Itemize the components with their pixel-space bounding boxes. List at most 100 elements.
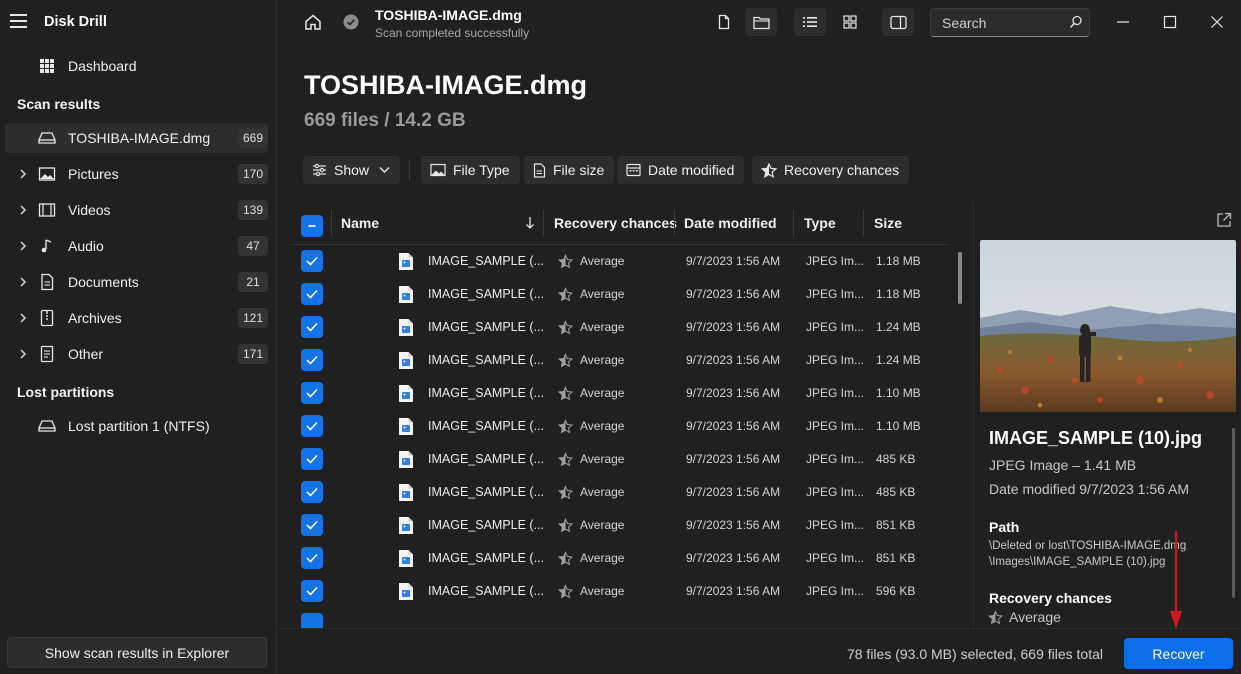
sidebar-item-documents[interactable]: Documents 21 <box>5 267 268 297</box>
file-size-filter-button[interactable]: File size <box>524 156 615 184</box>
scan-results-heading: Scan results <box>17 96 101 112</box>
chevron-right-icon[interactable] <box>16 275 30 289</box>
row-checkbox[interactable] <box>301 250 323 272</box>
grid-view-icon <box>843 15 857 29</box>
table-row[interactable]: IMAGE_SAMPLE (... Average 9/7/2023 1:56 AM… <box>290 410 950 443</box>
sidebar-item-toshiba-image[interactable]: TOSHIBA-IMAGE.dmg 669 <box>5 123 268 153</box>
checkmark-icon <box>306 487 318 497</box>
row-checkbox[interactable] <box>301 283 323 305</box>
page-title: TOSHIBA-IMAGE.dmg <box>304 70 587 100</box>
table-row[interactable]: IMAGE_SAMPLE (... Average 9/7/2023 1:56 AM… <box>290 509 950 542</box>
chevron-right-icon[interactable] <box>16 203 30 217</box>
folder-icon <box>752 16 770 29</box>
recovery-chance: Average <box>580 551 625 565</box>
file-size: 485 KB <box>876 452 916 466</box>
table-row[interactable]: IMAGE_SAMPLE (... Average 9/7/2023 1:56 AM… <box>290 311 950 344</box>
maximize-button[interactable] <box>1158 10 1182 34</box>
chevron-right-icon[interactable] <box>16 167 30 181</box>
column-header-date[interactable]: Date modified <box>684 202 777 244</box>
close-button[interactable] <box>1205 10 1229 34</box>
grid-view-button[interactable] <box>834 8 866 36</box>
home-button[interactable] <box>297 8 329 36</box>
column-header-size[interactable]: Size <box>874 202 902 244</box>
show-filter-button[interactable]: Show <box>303 156 401 184</box>
column-header-recovery[interactable]: Recovery chances <box>554 202 677 244</box>
preview-scrollbar[interactable] <box>1232 428 1235 598</box>
chevron-right-icon[interactable] <box>16 311 30 325</box>
preview-path: \Deleted or lost\TOSHIBA-IMAGE.dmg \Imag… <box>989 540 1187 568</box>
file-type-filter-button[interactable]: File Type <box>421 156 520 184</box>
date-modified: 9/7/2023 1:56 AM <box>686 551 781 565</box>
sidebar-item-videos[interactable]: Videos 139 <box>5 195 268 225</box>
table-row[interactable]: IMAGE_SAMPLE (... Average 9/7/2023 1:56 AM… <box>290 476 950 509</box>
column-header-type[interactable]: Type <box>804 202 836 244</box>
row-checkbox[interactable] <box>301 382 323 404</box>
list-view-button[interactable] <box>794 8 826 36</box>
sidebar-item-dashboard[interactable]: Dashboard <box>5 51 268 81</box>
file-view-button[interactable] <box>708 8 740 36</box>
preview-pane-button[interactable] <box>882 8 914 36</box>
sidebar-item-archives[interactable]: Archives 121 <box>5 303 268 333</box>
file-size: 851 KB <box>876 551 916 565</box>
checkmark-icon <box>306 454 318 464</box>
sort-down-arrow-icon[interactable] <box>525 216 535 230</box>
date-modified-filter-button[interactable]: Date modified <box>617 156 745 184</box>
file-type: JPEG Im... <box>806 584 865 598</box>
row-checkbox[interactable] <box>301 316 323 338</box>
chevron-right-icon[interactable] <box>16 239 30 253</box>
row-checkbox[interactable] <box>301 547 323 569</box>
date-modified-label: Date modified <box>648 162 735 178</box>
table-row[interactable]: IMAGE_SAMPLE (... Average 9/7/2023 1:56 AM… <box>290 245 950 278</box>
search-icon[interactable] <box>1069 15 1083 29</box>
search-input[interactable] <box>930 8 1090 37</box>
sidebar-item-pictures[interactable]: Pictures 170 <box>5 159 268 189</box>
date-modified: 9/7/2023 1:56 AM <box>686 287 781 301</box>
row-checkbox[interactable] <box>301 481 323 503</box>
folder-view-button[interactable] <box>745 8 777 36</box>
checkmark-icon <box>306 355 318 365</box>
file-type: JPEG Im... <box>806 287 865 301</box>
table-row[interactable]: IMAGE_SAMPLE (... Average 9/7/2023 1:56 AM… <box>290 443 950 476</box>
file-name: IMAGE_SAMPLE (... <box>428 254 545 268</box>
hamburger-menu-icon[interactable] <box>10 14 27 28</box>
file-name: IMAGE_SAMPLE (... <box>428 419 545 433</box>
table-row[interactable]: IMAGE_SAMPLE (... Average 9/7/2023 1:56 AM… <box>290 377 950 410</box>
recovery-chances-filter-button[interactable]: Recovery chances <box>752 156 910 184</box>
sidebar-item-audio[interactable]: Audio 47 <box>5 231 268 261</box>
recover-button[interactable]: Recover <box>1124 638 1233 669</box>
row-checkbox[interactable] <box>301 514 323 536</box>
minimize-button[interactable] <box>1111 10 1135 34</box>
preview-date-modified: Date modified 9/7/2023 1:56 AM <box>989 481 1190 497</box>
row-checkbox-partial[interactable] <box>301 613 323 628</box>
file-name: IMAGE_SAMPLE (... <box>428 287 545 301</box>
preview-recovery-heading: Recovery chances <box>989 590 1112 606</box>
count-badge: 21 <box>238 272 268 292</box>
select-all-checkbox[interactable] <box>301 215 323 237</box>
file-size: 1.24 MB <box>876 320 921 334</box>
column-header-name[interactable]: Name <box>341 202 379 244</box>
row-checkbox[interactable] <box>301 349 323 371</box>
table-row[interactable]: IMAGE_SAMPLE (... Average 9/7/2023 1:56 AM… <box>290 542 950 575</box>
table-row[interactable]: IMAGE_SAMPLE (... Average 9/7/2023 1:56 AM… <box>290 344 950 377</box>
file-type: JPEG Im... <box>806 485 865 499</box>
table-row[interactable]: IMAGE_SAMPLE (... Average 9/7/2023 1:56 AM… <box>290 278 950 311</box>
table-row[interactable]: IMAGE_SAMPLE (... Average 9/7/2023 1:56 AM… <box>290 575 950 608</box>
date-modified: 9/7/2023 1:56 AM <box>686 452 781 466</box>
table-scrollbar[interactable] <box>958 252 962 304</box>
show-in-explorer-button[interactable]: Show scan results in Explorer <box>7 637 267 668</box>
video-icon <box>38 203 56 217</box>
column-header-label: Name <box>341 215 380 231</box>
row-checkbox[interactable] <box>301 448 323 470</box>
image-file-icon <box>399 550 413 567</box>
open-external-icon[interactable] <box>1216 212 1232 228</box>
sidebar-item-other[interactable]: Other 171 <box>5 339 268 369</box>
file-type: JPEG Im... <box>806 386 865 400</box>
row-checkbox[interactable] <box>301 415 323 437</box>
half-star-icon <box>558 452 573 467</box>
chevron-right-icon[interactable] <box>16 347 30 361</box>
sidebar-item-lost-partition-1[interactable]: Lost partition 1 (NTFS) <box>5 411 268 441</box>
half-star-icon <box>988 610 1003 625</box>
row-checkbox[interactable] <box>301 580 323 602</box>
file-size-label: File size <box>553 162 605 178</box>
file-size: 485 KB <box>876 485 916 499</box>
